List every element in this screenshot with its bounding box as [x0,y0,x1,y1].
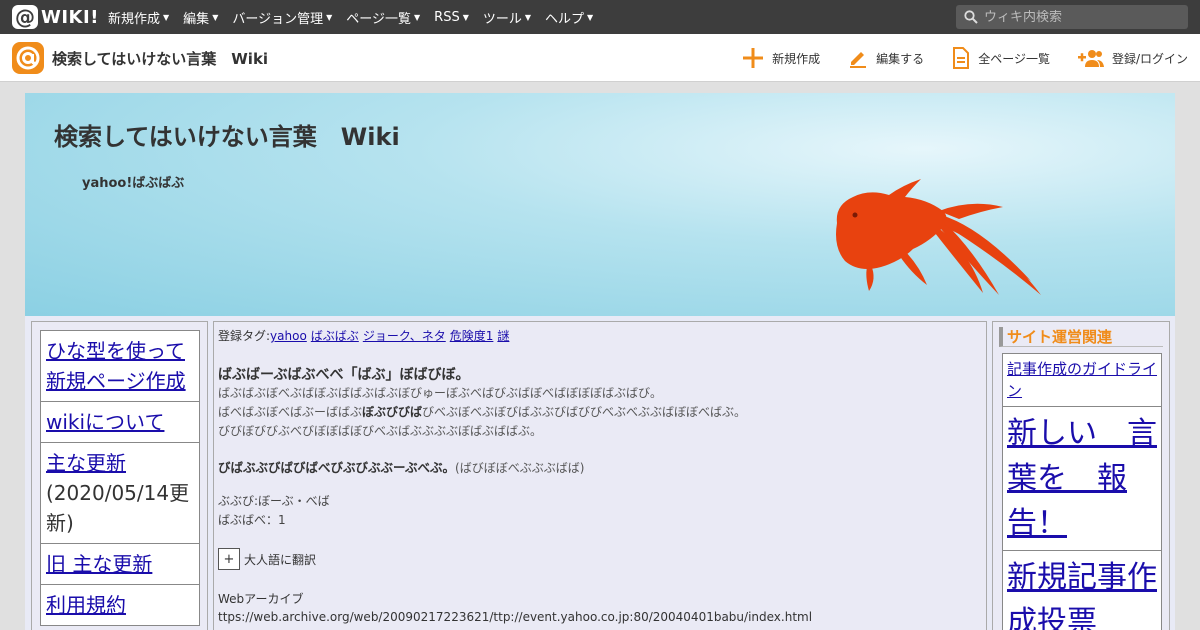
pencil-icon [850,52,867,68]
toggle-label: 大人語に翻訳 [244,552,317,567]
paragraph-line: ばべばぶぼべばぶーばばぶぼぶびびばびべぶぼべぶぼびばぶぶびばびびべぶべぶぶばぼぼ… [218,403,982,422]
right-menu-table: 記事作成のガイドライン 新しい 言葉を 報告！ 新規記事作成投票 [1002,353,1162,630]
action-label: 登録/ログイン [1111,51,1188,66]
logo-text: WIKI! [41,6,99,28]
action-label: 全ページ一覧 [978,51,1050,66]
tag-link[interactable]: yahoo [270,329,307,343]
main-content: 登録タグ:yahoo ばぶばぶ ジョーク、ネタ 危険度1 謎 ばぶばーぶばぶべべ「ばぶ」… [213,321,987,630]
emphasis-text: びばぶぶびばびばべびぶびぶぶーぶべぶ。 [218,460,456,475]
paragraph-line: びびぼびびぶべびぼぼばぼびべぶばぶぶぶぶぼばぶばばぶ。 [218,424,543,438]
site-title[interactable]: 検索してはいけない言葉 Wiki [52,48,268,69]
nav-link-terms[interactable]: 利用規約 [46,593,126,617]
list-item: ひな型を使って新規ページ作成 [40,330,200,402]
menu-label: 新規作成 [108,11,161,27]
action-all-pages[interactable]: 全ページ一覧 [952,47,1050,69]
update-date: (2020/05/14更新) [46,481,190,535]
translate-toggle: + 大人語に翻訳 [218,548,982,570]
info-lines: ぶぶび:ぼーぶ・べば ばぶばべ：1 [218,492,982,530]
archive-label: Webアーカイブ [218,592,304,606]
menu-version[interactable]: バージョン管理 ▼ [232,8,332,27]
list-item: 利用規約 [40,584,200,626]
list-item: 新しい 言葉を 報告！ [1002,406,1162,551]
paragraph-bold-text: ぼぶびびば [362,405,423,419]
caret-down-icon: ▼ [212,12,219,22]
menu-edit[interactable]: 編集 ▼ [183,8,218,27]
nav-link-old-updates[interactable]: 旧 主な更新 [46,552,152,576]
menu-label: RSS [434,9,460,25]
nav-link-new-article-vote[interactable]: 新規記事作成投票 [1007,560,1157,630]
paragraph-text: びべぶぼべぶぼびばぶぶびばびびべぶべぶぶばぼぼべばぶ。 [422,405,747,419]
at-logo-icon: @ [12,5,38,29]
goldfish-icon [836,179,1041,295]
left-menu: ひな型を使って新規ページ作成 wikiについて 主な更新 (2020/05/14更… [31,321,208,630]
right-menu-title: サイト運営関連 [999,327,1163,347]
menu-label: バージョン管理 [232,11,324,27]
emphasis-note: (ばびぼぼべぶぶぶばば) [455,461,585,475]
caret-down-icon: ▼ [414,12,421,22]
atwiki-logo[interactable]: @ WIKI! [12,5,99,29]
wiki-search[interactable] [956,5,1188,29]
info-line: ぶぶび:ぼーぶ・べば [218,494,330,508]
wiki-banner: 検索してはいけない言葉 Wiki yahoo!ばぶばぶ [25,93,1175,316]
action-new-page[interactable]: 新規作成 [742,47,820,69]
plus-icon [743,48,764,68]
article-paragraph: ばぶばぶぼべぶばぼぶばばぶばぶぼびゅーぼぶべばびぶばぼべばぼぼぼばぶばび。 ばべ… [218,384,982,441]
tag-link[interactable]: ジョーク、ネタ [363,329,446,343]
nav-link-template-page[interactable]: ひな型を使って新規ページ作成 [46,339,186,393]
action-label: 編集する [876,51,925,66]
search-icon [964,10,978,24]
menu-tools[interactable]: ツール ▼ [483,8,531,27]
caret-down-icon: ▼ [326,12,333,22]
tag-link[interactable]: 謎 [497,329,509,343]
menu-label: 編集 [183,11,210,27]
site-logo-icon[interactable] [12,42,44,74]
nav-link-about-wiki[interactable]: wikiについて [46,410,164,434]
list-item: 新規記事作成投票 [1002,550,1162,630]
tags-label: 登録タグ: [218,329,271,343]
menu-label: ページ一覧 [346,11,411,27]
tag-list: 登録タグ:yahoo ばぶばぶ ジョーク、ネタ 危険度1 謎 [218,326,982,346]
caret-down-icon: ▼ [462,12,469,22]
menu-pages[interactable]: ページ一覧 ▼ [346,8,420,27]
nav-link-main-updates[interactable]: 主な更新 [46,451,126,475]
nav-link-report-word[interactable]: 新しい 言葉を 報告！ [1007,416,1157,541]
action-edit[interactable]: 編集する [848,48,924,68]
global-menu: 新規作成 ▼ 編集 ▼ バージョン管理 ▼ ページ一覧 ▼ RSS ▼ ツール ▼ ヘルプ ▼ [108,0,607,34]
list-item: 旧 主な更新 [40,543,200,585]
site-header: 検索してはいけない言葉 Wiki 新規作成 編集する 全ページ一覧 登録/ログイ… [0,34,1200,82]
right-menu: サイト運営関連 記事作成のガイドライン 新しい 言葉を 報告！ 新規記事作成投票 [992,321,1170,630]
global-topbar: @ WIKI! 新規作成 ▼ 編集 ▼ バージョン管理 ▼ ページ一覧 ▼ RSS ▼ ツ… [0,0,1200,34]
menu-new[interactable]: 新規作成 ▼ [108,8,169,27]
article-heading: ばぶばーぶばぶべべ「ばぶ」ぼばびぼ。 [218,367,470,383]
caret-down-icon: ▼ [524,12,532,22]
tag-link[interactable]: ばぶばぶ [311,329,359,343]
search-input[interactable] [984,9,1174,25]
site-actions: 新規作成 編集する 全ページ一覧 登録/ログイン [714,34,1188,82]
banner-title[interactable]: 検索してはいけない言葉 Wiki [54,117,400,152]
caret-down-icon: ▼ [587,12,594,22]
action-register-login[interactable]: 登録/ログイン [1077,48,1188,68]
action-label: 新規作成 [772,51,821,66]
document-icon [953,47,970,69]
left-menu-table: ひな型を使って新規ページ作成 wikiについて 主な更新 (2020/05/14更… [40,330,200,626]
paragraph-line: ばぶばぶぼべぶばぼぶばばぶばぶぼびゅーぼぶべばびぶばぼべばぼぼぼばぶばび。 [218,386,663,400]
archive-url: ttps://web.archive.org/web/2009021722362… [218,610,813,624]
list-item: 記事作成のガイドライン [1002,353,1162,407]
nav-link-guideline[interactable]: 記事作成のガイドライン [1007,360,1157,400]
list-item: wikiについて [40,401,200,443]
emphasis-line: びばぶぶびばびばべびぶびぶぶーぶべぶ。(ばびぼぼべぶぶぶばば) [218,457,982,476]
banner-subtitle: yahoo!ばぶばぶ [82,176,185,191]
paragraph-text: ばべばぶぼべばぶーばばぶ [218,405,363,419]
expand-button[interactable]: + [218,548,240,570]
menu-label: ヘルプ [545,11,585,27]
caret-down-icon: ▼ [163,12,170,22]
add-user-icon [1077,50,1104,67]
menu-help[interactable]: ヘルプ ▼ [545,8,593,27]
menu-rss[interactable]: RSS ▼ [434,10,469,25]
list-item: 主な更新 (2020/05/14更新) [40,442,200,544]
info-line: ばぶばべ：1 [218,513,286,527]
tag-link[interactable]: 危険度1 [450,329,494,343]
menu-label: ツール [482,11,522,27]
